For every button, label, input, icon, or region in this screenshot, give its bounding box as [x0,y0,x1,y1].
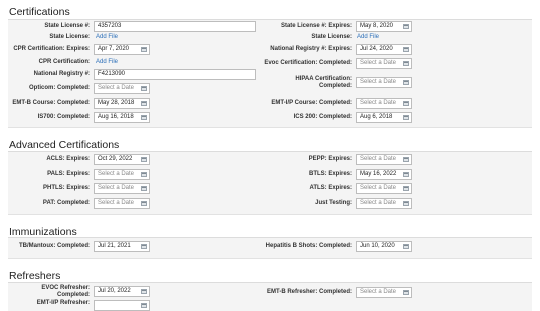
state-license-number-input[interactable]: 4357203 [94,21,256,32]
state-license-right-add-file-link[interactable]: Add File [357,33,379,42]
btls-date[interactable]: May 16, 2022 [356,169,412,180]
hipaa-completed-date[interactable]: Select a Date [356,77,412,88]
hipaa-completed-label: HIPAA Certification: Completed: [295,76,352,89]
calendar-icon[interactable] [403,80,409,85]
opticom-completed-label: Opticom: Completed: [29,85,90,91]
state-license-file-right-label: State License: [311,34,352,40]
emtb-refresher-date[interactable]: Select a Date [356,287,412,298]
calendar-icon[interactable] [403,157,409,162]
pals-label: PALS: Expires: [47,171,90,177]
section-title-advanced: Advanced Certifications [9,139,120,151]
btls-label: BTLS: Expires: [308,171,352,177]
calendar-icon[interactable] [141,115,147,120]
is700-completed-date[interactable]: Aug 16, 2018 [94,112,150,123]
calendar-icon[interactable] [141,172,147,177]
hepb-label: Hepatitis B Shots: Completed: [265,243,352,249]
evoc-completed-date[interactable]: Select a Date [356,58,412,69]
pals-date[interactable]: Select a Date [94,169,150,180]
calendar-icon[interactable] [141,289,147,294]
calendar-icon[interactable] [141,201,147,206]
evoc-completed-label: Evoc Certification: Completed: [264,59,352,66]
calendar-icon[interactable] [141,303,147,308]
emtip-completed-label: EMT-I/P Course: Completed: [271,100,352,106]
state-license-expires-date[interactable]: May 8, 2020 [356,21,412,32]
pepp-date[interactable]: Select a Date [356,154,412,165]
emtip-refresher-date[interactable] [94,300,150,311]
acls-label: ACLS: Expires: [46,156,90,162]
section-title-refreshers: Refreshers [9,270,61,282]
evoc-refresher-date[interactable]: Jul 20, 2022 [94,286,150,297]
evoc-refresher-label: EVOC Refresher: Completed: [41,284,90,298]
calendar-icon[interactable] [403,290,409,295]
hepb-date[interactable]: Jun 10, 2020 [356,241,412,252]
cpr-expires-label: CPR Certification: Expires: [13,46,90,52]
emtb-completed-date[interactable]: May 28, 2018 [94,98,150,109]
tb-date[interactable]: Jul 21, 2021 [94,241,150,252]
national-registry-number-label: National Registry #: [33,71,90,77]
cpr-file-label: CPR Certification: [38,59,90,65]
emtb-completed-label: EMT-B Course: Completed: [12,100,90,106]
calendar-icon[interactable] [403,24,409,29]
opticom-completed-date[interactable]: Select a Date [94,83,150,94]
calendar-icon[interactable] [403,186,409,191]
calendar-icon[interactable] [403,115,409,120]
state-license-file-label: State License: [49,34,90,40]
national-registry-number-input[interactable]: F4213090 [94,69,256,80]
state-license-add-file-link[interactable]: Add File [96,33,118,42]
pepp-label: PEPP: Expires: [308,156,352,162]
national-registry-expires-label: National Registry #: Expires: [270,46,352,52]
ics200-completed-date[interactable]: Aug 6, 2018 [356,112,412,123]
calendar-icon[interactable] [141,157,147,162]
calendar-icon[interactable] [141,186,147,191]
state-license-number-label: State License #: [44,23,90,29]
calendar-icon[interactable] [403,172,409,177]
just-testing-date[interactable]: Select a Date [356,198,412,209]
calendar-icon[interactable] [403,47,409,52]
calendar-icon[interactable] [141,86,147,91]
pat-label: PAT: Completed: [42,200,90,206]
phtls-label: PHTLS: Expires: [42,185,90,191]
acls-date[interactable]: Oct 29, 2022 [94,154,150,165]
atls-label: ATLS: Expires: [309,185,352,191]
emtip-refresher-label: EMT-I/P Refresher: [36,300,90,306]
phtls-date[interactable]: Select a Date [94,183,150,194]
is700-completed-label: IS700: Completed: [37,114,90,120]
emtip-completed-date[interactable]: Select a Date [356,98,412,109]
atls-date[interactable]: Select a Date [356,183,412,194]
pat-date[interactable]: Select a Date [94,198,150,209]
calendar-icon[interactable] [403,101,409,106]
just-testing-label: Just Testing: [315,200,352,206]
national-registry-expires-date[interactable]: Jul 24, 2020 [356,44,412,55]
cpr-expires-date[interactable]: Apr 7, 2020 [94,44,150,55]
calendar-icon[interactable] [141,47,147,52]
section-title-certifications: Certifications [9,6,70,18]
cpr-add-file-link[interactable]: Add File [96,58,118,67]
calendar-icon[interactable] [403,244,409,249]
calendar-icon[interactable] [403,201,409,206]
calendar-icon[interactable] [141,101,147,106]
ics200-completed-label: ICS 200: Completed: [293,114,352,120]
tb-label: TB/Mantoux: Completed: [19,243,90,249]
emtb-refresher-label: EMT-B Refresher: Completed: [266,289,352,295]
calendar-icon[interactable] [141,244,147,249]
state-license-expires-label: State License #: Expires: [280,23,352,29]
calendar-icon[interactable] [403,61,409,66]
